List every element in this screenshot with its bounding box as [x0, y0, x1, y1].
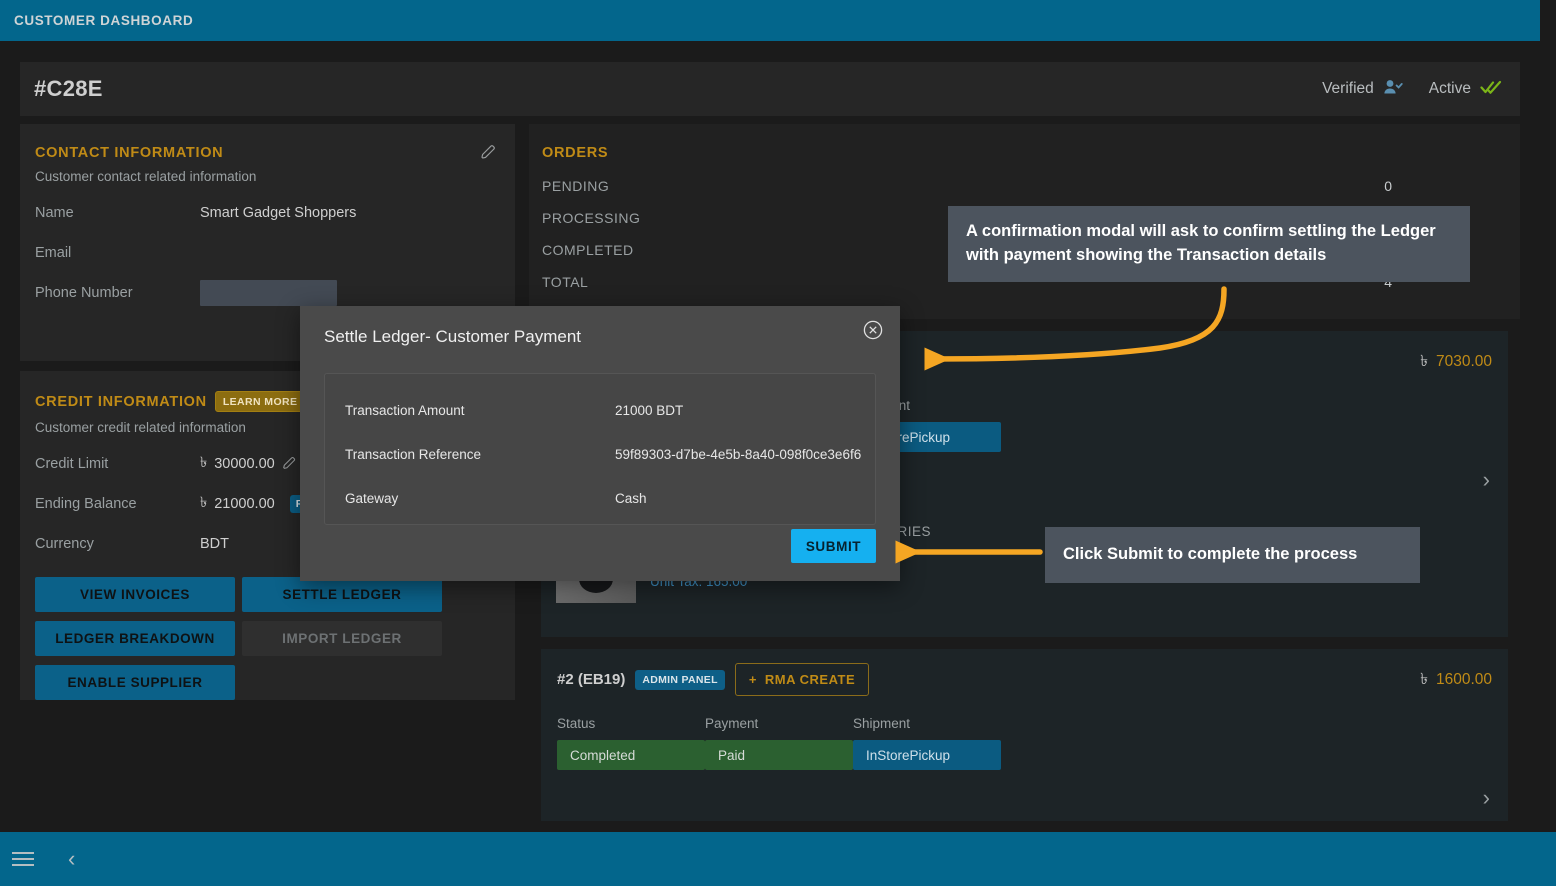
orders-row-pending: PENDING 0 — [542, 178, 1498, 194]
menu-icon[interactable] — [12, 848, 34, 870]
submit-button[interactable]: SUBMIT — [791, 529, 876, 563]
verified-status: Verified — [1322, 79, 1403, 100]
ending-balance-value-group: ৳ 21000.00 R — [200, 492, 306, 516]
credit-limit-key: Credit Limit — [35, 456, 109, 472]
annotation-callout-top: A confirmation modal will ask to confirm… — [948, 206, 1470, 282]
plus-icon: + — [748, 672, 757, 687]
contact-card-subtitle: Customer contact related information — [35, 169, 257, 184]
status-group: Verified Active — [1322, 79, 1502, 100]
credit-action-buttons: VIEW INVOICES SETTLE LEDGER LEDGER BREAK… — [35, 577, 497, 700]
currency-symbol-icon-3: ৳ — [1420, 351, 1428, 370]
double-check-icon — [1480, 79, 1502, 100]
view-invoices-button[interactable]: VIEW INVOICES — [35, 577, 235, 612]
order-2-number: #2 (EB19) — [557, 671, 626, 688]
contact-row-phone: Phone Number — [35, 280, 497, 306]
order-2-payment-label: Payment — [705, 716, 759, 731]
top-app-bar: CUSTOMER DASHBOARD — [0, 0, 1540, 41]
transaction-details-panel: Transaction Amount 21000 BDT Transaction… — [324, 373, 876, 525]
bottom-app-bar: ‹ — [0, 832, 1556, 886]
active-label: Active — [1428, 80, 1471, 97]
order-2-shipment-cell: InStorePickup — [853, 740, 1001, 770]
contact-name-key: Name — [35, 205, 74, 221]
gateway-key: Gateway — [345, 490, 399, 506]
app-root: CUSTOMER DASHBOARD #C28E Verified Active… — [0, 0, 1556, 886]
order-2-chip-row: Completed Paid InStorePickup — [557, 740, 1492, 770]
transaction-reference-value: 59f89303-d7be-4e5b-8a40-098f0ce3e6f6 — [615, 446, 862, 462]
orders-pending-key: PENDING — [542, 178, 610, 194]
learn-more-label: LEARN MORE — [222, 395, 298, 408]
credit-limit-value: 30000.00 — [214, 456, 275, 472]
credit-card-title: CREDIT INFORMATION — [35, 393, 207, 410]
contact-card-title: CONTACT INFORMATION — [35, 144, 224, 161]
orders-completed-key: COMPLETED — [542, 242, 634, 258]
transaction-reference-key: Transaction Reference — [345, 446, 482, 462]
contact-row-name: Name Smart Gadget Shoppers — [35, 202, 497, 224]
settle-ledger-modal: Settle Ledger- Customer Payment Transact… — [300, 306, 900, 581]
customer-header-card: #C28E Verified Active — [20, 62, 1520, 116]
order-2-shipment-chip: InStorePickup — [853, 740, 1001, 770]
close-icon[interactable] — [863, 320, 883, 340]
phone-number-field[interactable] — [200, 280, 337, 306]
orders-total-key: TOTAL — [542, 274, 589, 290]
modal-row-reference: Transaction Reference 59f89303-d7be-4e5b… — [325, 432, 875, 476]
credit-limit-value-group: ৳ 30000.00 — [200, 452, 299, 476]
modal-row-gateway: Gateway Cash — [325, 476, 875, 520]
order-2-chip-labels: Status Payment Shipment — [557, 716, 1492, 731]
order-2-status-cell: Completed — [557, 740, 705, 770]
modal-row-amount: Transaction Amount 21000 BDT — [325, 388, 875, 432]
order-card[interactable]: #2 (EB19) ADMIN PANEL + RMA CREATE ৳ 160… — [541, 649, 1508, 821]
order-2-expand-chevron-icon[interactable]: › — [1483, 785, 1490, 811]
order-2-head-left: #2 (EB19) ADMIN PANEL + RMA CREATE — [557, 663, 870, 696]
ledger-breakdown-button[interactable]: LEDGER BREAKDOWN — [35, 621, 235, 656]
edit-contact-pencil-icon[interactable] — [480, 144, 497, 161]
order-2-status-label: Status — [557, 716, 596, 731]
currency-key: Currency — [35, 536, 94, 552]
order-2-total-value: 1600.00 — [1435, 670, 1492, 688]
order-2-payment-chip: Paid — [705, 740, 853, 770]
orders-processing-key: PROCESSING — [542, 210, 641, 226]
currency-symbol-icon: ৳ — [200, 455, 208, 471]
contact-row-email: Email — [35, 242, 497, 264]
modal-title: Settle Ledger- Customer Payment — [324, 327, 582, 346]
order-2-rma-label: RMA CREATE — [764, 672, 856, 687]
order-1-total: ৳ 7030.00 — [1420, 349, 1492, 375]
transaction-amount-key: Transaction Amount — [345, 402, 465, 418]
currency-symbol-icon-4: ৳ — [1420, 669, 1428, 688]
ending-balance-value: 21000.00 — [214, 496, 275, 512]
app-title: CUSTOMER DASHBOARD — [14, 13, 194, 28]
gateway-value: Cash — [615, 490, 647, 506]
settle-ledger-button[interactable]: SETTLE LEDGER — [242, 577, 442, 612]
contact-email-key: Email — [35, 245, 72, 261]
verified-label: Verified — [1322, 80, 1374, 97]
currency-symbol-icon-2: ৳ — [200, 495, 208, 511]
contact-name-value: Smart Gadget Shoppers — [200, 205, 357, 221]
order-2-shipment-label: Shipment — [853, 716, 911, 731]
order-2-head: #2 (EB19) ADMIN PANEL + RMA CREATE ৳ 160… — [557, 663, 1492, 696]
contact-phone-key: Phone Number — [35, 285, 133, 301]
annotation-callout-bottom: Click Submit to complete the process — [1045, 527, 1420, 583]
order-2-payment-cell: Paid — [705, 740, 853, 770]
contact-title-row: CONTACT INFORMATION — [35, 144, 497, 161]
back-chevron-icon[interactable]: ‹ — [68, 846, 75, 872]
ending-balance-key: Ending Balance — [35, 496, 137, 512]
order-2-admin-panel-badge[interactable]: ADMIN PANEL — [635, 669, 725, 690]
order-1-total-value: 7030.00 — [1435, 352, 1492, 370]
import-ledger-button: IMPORT LEDGER — [242, 621, 442, 656]
orders-card-title: ORDERS — [542, 145, 609, 161]
order-1-expand-chevron-icon[interactable]: › — [1483, 467, 1490, 493]
customer-id: #C28E — [34, 76, 103, 101]
order-2-total: ৳ 1600.00 — [1420, 667, 1492, 693]
person-check-icon — [1383, 79, 1403, 100]
orders-pending-value: 0 — [1384, 178, 1392, 194]
active-status: Active — [1429, 79, 1502, 100]
enable-supplier-button[interactable]: ENABLE SUPPLIER — [35, 665, 235, 700]
order-2-rma-create-button[interactable]: + RMA CREATE — [734, 663, 870, 696]
transaction-amount-value: 21000 BDT — [615, 402, 684, 418]
order-2-status-chip: Completed — [557, 740, 705, 770]
currency-value: BDT — [200, 536, 229, 552]
edit-credit-limit-pencil-icon[interactable] — [282, 456, 299, 473]
